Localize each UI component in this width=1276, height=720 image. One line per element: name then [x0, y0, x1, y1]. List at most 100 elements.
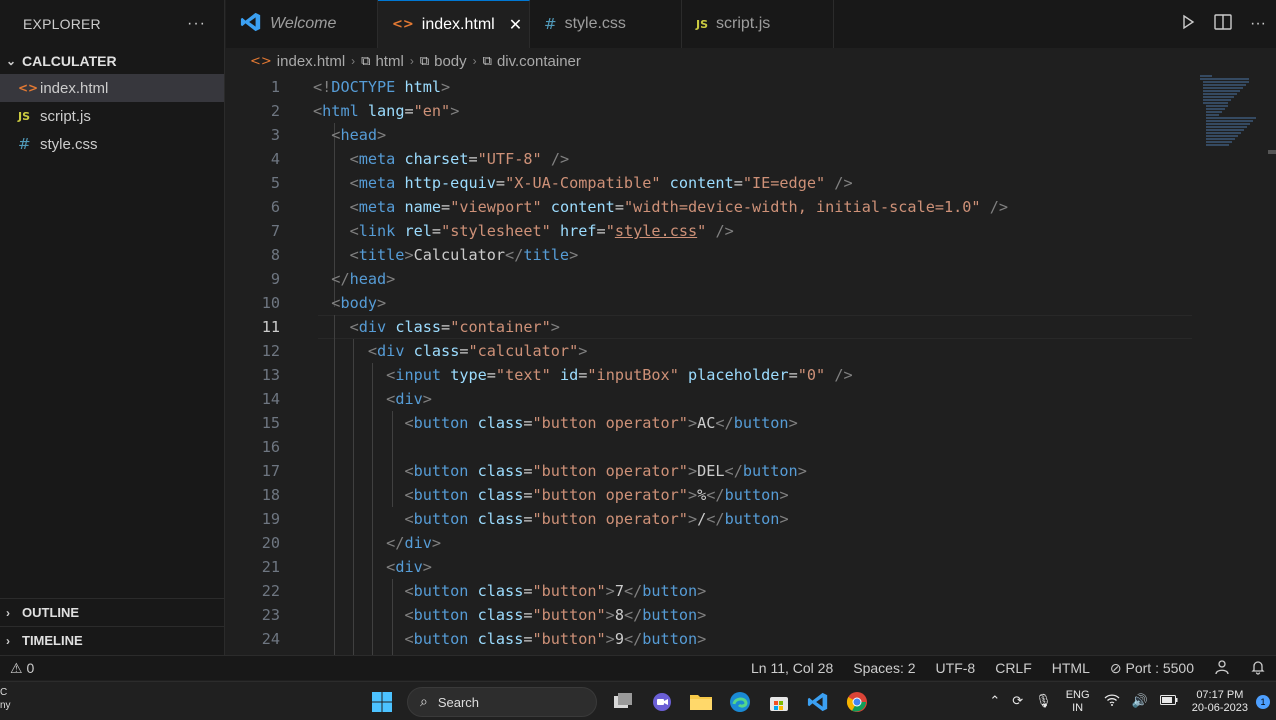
code-token: button	[413, 462, 469, 480]
code-text: </head>	[313, 270, 395, 288]
code-line[interactable]: 15 <button class="button operator">AC</b…	[226, 411, 1266, 435]
volume-icon[interactable]: 🔊	[1126, 694, 1154, 709]
code-token: div	[395, 558, 423, 576]
code-line[interactable]: 2 <html lang="en">	[226, 99, 1266, 123]
code-token: meta	[358, 150, 396, 168]
minimap[interactable]	[1200, 75, 1260, 150]
code-line[interactable]: 14 <div>	[226, 387, 1266, 411]
code-token: >	[605, 582, 615, 600]
taskbar-search[interactable]: ⌕ Search	[407, 687, 597, 717]
problems-indicator[interactable]: ⚠ 0	[0, 660, 44, 677]
split-editor-icon[interactable]	[1214, 13, 1232, 35]
tab-index-html[interactable]: <> index.html ✕	[378, 0, 530, 48]
wifi-icon[interactable]	[1098, 693, 1126, 711]
code-token: lang	[367, 102, 405, 120]
code-line[interactable]: 13 <input type="text" id="inputBox" plac…	[226, 363, 1266, 387]
code-line[interactable]: 10 <body>	[226, 291, 1266, 315]
task-view-button[interactable]	[603, 686, 642, 718]
widget-text-bottom: ny	[0, 700, 11, 711]
code-line[interactable]: 12 <div class="calculator">	[226, 339, 1266, 363]
line-ending[interactable]: CRLF	[985, 660, 1042, 676]
edge-button[interactable]	[720, 686, 759, 718]
indentation[interactable]: Spaces: 2	[843, 660, 925, 676]
code-line[interactable]: 9 </head>	[226, 267, 1266, 291]
tab-script-js[interactable]: JS script.js	[682, 0, 834, 48]
folder-calculater[interactable]: ⌄ CALCULATER	[0, 48, 224, 74]
code-token: "	[605, 222, 615, 240]
code-line[interactable]: 17 <button class="button operator">DEL</…	[226, 459, 1266, 483]
input-language[interactable]: ENG IN	[1058, 689, 1098, 715]
tab-label: style.css	[564, 15, 626, 32]
code-token: http-equiv	[404, 174, 496, 192]
sync-icon[interactable]: ⟳	[1006, 694, 1029, 709]
code-token: class	[477, 414, 524, 432]
code-line[interactable]: 22 <button class="button">7</button>	[226, 579, 1266, 603]
microphone-icon[interactable]: 🎙	[1029, 694, 1058, 709]
scrollbar[interactable]	[1268, 150, 1276, 154]
code-token: =	[523, 462, 533, 480]
code-line[interactable]: 19 <button class="button operator">/</bu…	[226, 507, 1266, 531]
minimap-line	[1206, 105, 1228, 107]
file-explorer-button[interactable]	[681, 686, 720, 718]
taskbar-widget[interactable]: C ny	[0, 686, 11, 712]
code-token: html	[404, 78, 442, 96]
outline-section[interactable]: › OUTLINE	[0, 598, 225, 626]
close-icon[interactable]: ✕	[509, 15, 522, 35]
live-server-port[interactable]: ⊘ Port : 5500	[1100, 660, 1204, 677]
start-button[interactable]	[362, 686, 401, 718]
tab-style-css[interactable]: # style.css	[530, 0, 682, 48]
code-token: />	[834, 366, 853, 384]
vscode-taskbar-button[interactable]	[798, 686, 837, 718]
code-token: button	[642, 606, 698, 624]
line-number: 21	[261, 558, 280, 576]
encoding[interactable]: UTF-8	[926, 660, 986, 676]
bell-icon[interactable]	[1240, 659, 1276, 678]
code-line[interactable]: 6 <meta name="viewport" content="width=d…	[226, 195, 1266, 219]
breadcrumb-file[interactable]: <> index.html	[250, 53, 345, 70]
chrome-button[interactable]	[837, 686, 876, 718]
more-actions-icon[interactable]: ···	[1250, 15, 1266, 33]
file-script-js[interactable]: JS script.js	[0, 102, 224, 130]
account-icon[interactable]	[1204, 659, 1240, 678]
code-line[interactable]: 4 <meta charset="UTF-8" />	[226, 147, 1266, 171]
folder-label: CALCULATER	[22, 53, 117, 69]
chat-button[interactable]	[642, 686, 681, 718]
code-line[interactable]: 7 <link rel="stylesheet" href="style.css…	[226, 219, 1266, 243]
code-line[interactable]: 20 </div>	[226, 531, 1266, 555]
run-icon[interactable]	[1180, 14, 1196, 35]
code-line[interactable]: 5 <meta http-equiv="X-UA-Compatible" con…	[226, 171, 1266, 195]
cursor-position[interactable]: Ln 11, Col 28	[741, 660, 843, 676]
file-index-html[interactable]: <> index.html	[0, 74, 224, 102]
line-number: 16	[261, 438, 280, 456]
code-line[interactable]: 8 <title>Calculator</title>	[226, 243, 1266, 267]
code-line[interactable]: 23 <button class="button">8</button>	[226, 603, 1266, 627]
clock[interactable]: 07:17 PM 20-06-2023	[1184, 689, 1256, 715]
chevron-up-icon[interactable]: ⌃	[983, 694, 1006, 709]
language-mode[interactable]: HTML	[1042, 660, 1100, 676]
code-line[interactable]: 16	[226, 435, 1266, 459]
code-editor[interactable]: 1 <!DOCTYPE html> 2 <html lang="en"> 3 <head…	[226, 75, 1276, 655]
tab-welcome[interactable]: Welcome	[226, 0, 378, 48]
code-line[interactable]: 21 <div>	[226, 555, 1266, 579]
code-line[interactable]: 1 <!DOCTYPE html>	[226, 75, 1266, 99]
store-button[interactable]	[759, 686, 798, 718]
code-line[interactable]: 11 <div class="container">	[226, 315, 1266, 339]
code-line[interactable]: 3 <head>	[226, 123, 1266, 147]
battery-icon[interactable]	[1154, 694, 1184, 709]
notification-badge[interactable]: 1	[1256, 694, 1270, 709]
code-line[interactable]: 18 <button class="button operator">%</bu…	[226, 483, 1266, 507]
timeline-section[interactable]: › TIMELINE	[0, 626, 225, 654]
file-style-css[interactable]: # style.css	[0, 130, 224, 158]
breadcrumb-html[interactable]: ⧉ html	[361, 53, 404, 70]
more-actions-icon[interactable]: ···	[187, 15, 206, 33]
breadcrumb-div-container[interactable]: ⧉ div.container	[483, 53, 581, 70]
breadcrumb-body[interactable]: ⧉ body	[420, 53, 467, 70]
code-line[interactable]: 24 <button class="button">9</button>	[226, 627, 1266, 651]
explorer-header: EXPLORER ···	[0, 0, 224, 48]
